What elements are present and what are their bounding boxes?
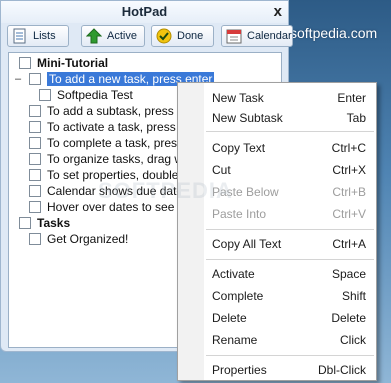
menu-item-shortcut: Tab	[346, 111, 366, 125]
menu-item-complete[interactable]: Complete Shift	[178, 285, 376, 305]
menu-item-shortcut: Ctrl+C	[331, 141, 366, 155]
task-item[interactable]: To organize tasks, drag wit	[29, 151, 189, 167]
toolbar: Lists Active Done Calendar	[7, 25, 293, 49]
menu-item-copy-text[interactable]: Copy Text Ctrl+C	[178, 137, 376, 157]
menu-item-label: Copy Text	[212, 141, 266, 155]
checkbox[interactable]	[29, 169, 41, 181]
checkbox[interactable]	[29, 201, 41, 213]
calendar-icon	[226, 28, 242, 44]
menu-item-label: Cut	[212, 163, 231, 177]
checkbox[interactable]	[29, 121, 41, 133]
context-menu: New Task Enter New Subtask Tab Copy Text…	[177, 82, 377, 381]
menu-item-properties[interactable]: Properties Dbl-Click	[178, 359, 376, 379]
menu-item-shortcut: Ctrl+A	[332, 237, 366, 251]
checkbox[interactable]	[29, 73, 41, 85]
menu-item-shortcut: Click	[340, 333, 366, 347]
menu-item-cut[interactable]: Cut Ctrl+X	[178, 159, 376, 179]
menu-item-label: Properties	[212, 363, 267, 377]
done-button[interactable]: Done	[151, 25, 214, 47]
menu-separator	[206, 355, 374, 356]
checkbox[interactable]	[29, 233, 41, 245]
active-button[interactable]: Active	[81, 25, 145, 47]
active-label: Active	[107, 30, 137, 42]
menu-item-new-task[interactable]: New Task Enter	[178, 87, 376, 107]
lists-button[interactable]: Lists	[7, 25, 69, 47]
menu-item-shortcut: Space	[331, 267, 366, 281]
task-label: To complete a task, press s	[47, 136, 193, 150]
checkbox[interactable]	[39, 89, 51, 101]
menu-separator	[206, 229, 374, 230]
group-label: Mini-Tutorial	[37, 56, 109, 70]
task-label: To activate a task, press sp	[47, 120, 192, 134]
menu-item-label: Activate	[212, 267, 255, 281]
menu-item-label: Rename	[212, 333, 258, 347]
task-item[interactable]: Get Organized!	[29, 231, 128, 247]
arrow-up-icon	[85, 28, 103, 44]
menu-item-new-subtask[interactable]: New Subtask Tab	[178, 107, 376, 127]
menu-item-shortcut: Delete	[331, 311, 366, 325]
task-item[interactable]: To add a subtask, press tab	[29, 103, 194, 119]
calendar-label: Calendar	[247, 30, 292, 42]
menu-item-shortcut: Ctrl+V	[332, 207, 366, 221]
menu-item-shortcut: Ctrl+X	[332, 163, 366, 177]
menu-item-rename[interactable]: Rename Click	[178, 329, 376, 349]
checkbox[interactable]	[19, 217, 31, 229]
menu-separator	[206, 131, 374, 132]
calendar-button[interactable]: Calendar	[221, 25, 293, 47]
desktop-watermark: softpedia.com	[290, 25, 378, 41]
lists-label: Lists	[33, 30, 56, 42]
checkmark-icon	[156, 28, 172, 44]
menu-item-shortcut: Shift	[341, 289, 366, 303]
task-item[interactable]: To complete a task, press s	[29, 135, 192, 151]
group-label: Tasks	[37, 216, 71, 230]
done-label: Done	[177, 30, 204, 42]
close-button[interactable]: x	[274, 3, 282, 20]
task-label: Get Organized!	[47, 232, 129, 246]
menu-item-label: Copy All Text	[212, 237, 282, 251]
menu-item-shortcut: Ctrl+B	[332, 185, 366, 199]
lists-icon	[12, 28, 28, 44]
checkbox[interactable]	[29, 137, 41, 149]
menu-item-delete[interactable]: Delete Delete	[178, 307, 376, 327]
menu-item-activate[interactable]: Activate Space	[178, 263, 376, 283]
menu-item-paste-into: Paste Into Ctrl+V	[178, 203, 376, 223]
overlay-watermark: SOFTPEDIA	[98, 178, 233, 203]
collapse-icon[interactable]: –	[13, 73, 23, 85]
checkbox[interactable]	[29, 153, 41, 165]
menu-item-label: New Task	[212, 91, 264, 105]
task-label: To add a subtask, press tab	[47, 104, 194, 118]
title-bar: HotPad x	[1, 1, 288, 23]
menu-item-label: Delete	[212, 311, 247, 325]
checkbox[interactable]	[29, 105, 41, 117]
menu-item-label: Complete	[212, 289, 264, 303]
menu-item-shortcut: Enter	[337, 91, 366, 105]
task-label: To organize tasks, drag wit	[47, 152, 190, 166]
menu-item-copy-all-text[interactable]: Copy All Text Ctrl+A	[178, 233, 376, 253]
menu-item-label: Paste Into	[212, 207, 267, 221]
group-mini-tutorial[interactable]: Mini-Tutorial	[19, 55, 108, 71]
menu-item-shortcut: Dbl-Click	[318, 363, 366, 377]
task-item[interactable]: To activate a task, press sp	[29, 119, 192, 135]
menu-separator	[206, 259, 374, 260]
group-tasks[interactable]: Tasks	[19, 215, 70, 231]
task-label: Softpedia Test	[57, 88, 133, 102]
menu-item-label: New Subtask	[212, 111, 283, 125]
checkbox[interactable]	[19, 57, 31, 69]
checkbox[interactable]	[29, 185, 41, 197]
window-title: HotPad	[121, 4, 168, 19]
subtask-item[interactable]: Softpedia Test	[39, 87, 133, 103]
